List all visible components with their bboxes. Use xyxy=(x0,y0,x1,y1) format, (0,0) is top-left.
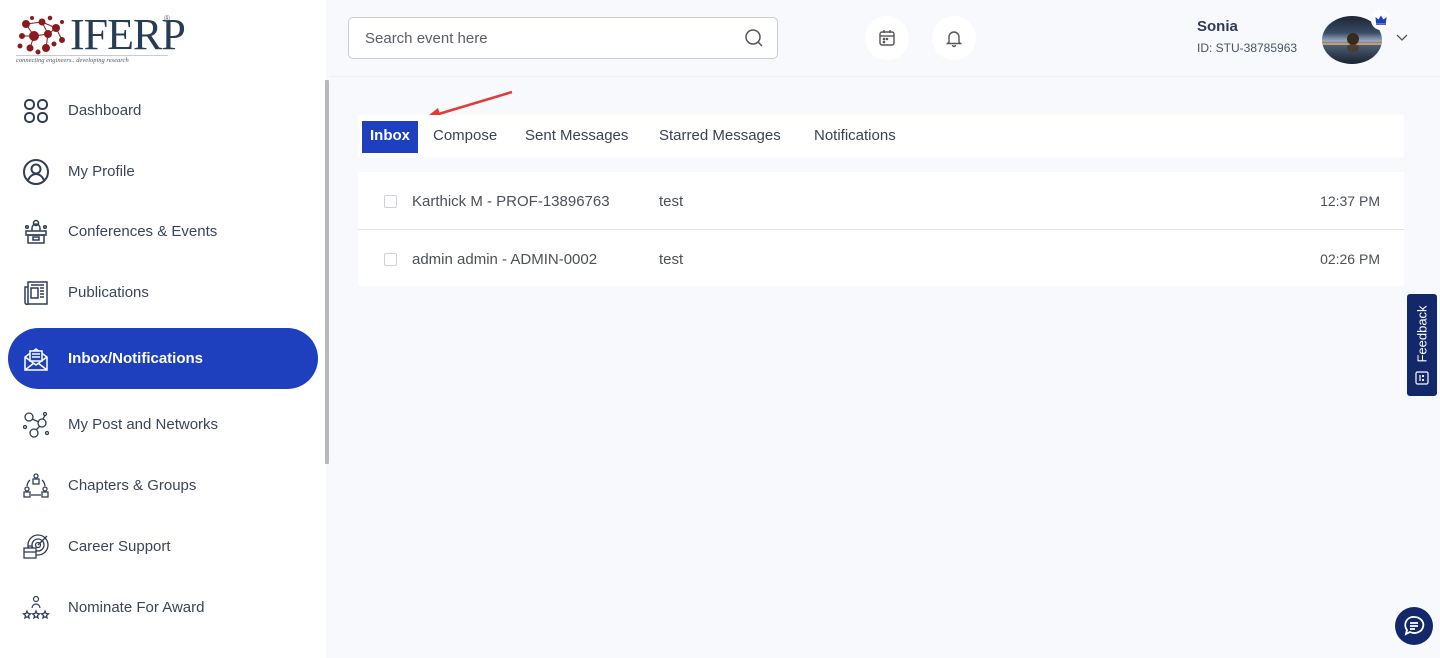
mail-open-icon xyxy=(22,345,50,373)
group-cycle-icon xyxy=(22,472,50,500)
message-list: Karthick M - PROF-13896763 test 12:37 PM… xyxy=(358,172,1404,286)
message-time: 12:37 PM xyxy=(1320,193,1380,209)
sidebar-item-label: Dashboard xyxy=(68,102,142,119)
sidebar-item-career-support[interactable]: Career Support xyxy=(8,516,318,577)
message-subject: test xyxy=(659,251,684,268)
sidebar-item-label: Publications xyxy=(68,284,149,301)
newspaper-icon xyxy=(22,279,50,307)
notifications-button[interactable] xyxy=(932,16,976,60)
bell-icon xyxy=(945,31,963,48)
tab-notifications[interactable]: Notifications xyxy=(806,121,904,153)
message-row[interactable]: admin admin - ADMIN-0002 test 02:26 PM xyxy=(358,229,1404,286)
message-subject: test xyxy=(659,193,684,210)
sidebar-item-conferences-events[interactable]: Conferences & Events xyxy=(8,201,318,262)
sidebar-item-label: My Profile xyxy=(68,163,135,180)
logo-tagline: connecting engineers.. developing resear… xyxy=(16,55,168,64)
sidebar-item-label: Conferences & Events xyxy=(68,223,218,240)
sidebar-item-inbox-notifications[interactable]: Inbox/Notifications xyxy=(8,328,318,389)
sidebar-item-nominate-award[interactable]: Nominate For Award xyxy=(8,577,318,638)
calendar-button[interactable] xyxy=(865,16,909,60)
crown-icon xyxy=(1371,10,1391,30)
logo-molecule-icon xyxy=(17,15,65,55)
sidebar-item-dashboard[interactable]: Dashboard xyxy=(8,80,318,141)
header-divider xyxy=(330,76,1440,77)
chat-bubble-icon xyxy=(1404,616,1425,636)
message-sender: admin admin - ADMIN-0002 xyxy=(412,251,598,268)
iferp-logo[interactable]: IFERP ® connecting engineers.. developin… xyxy=(16,12,186,68)
sidebar-item-chapters-groups[interactable]: Chapters & Groups xyxy=(8,455,318,516)
registered-mark: ® xyxy=(164,14,170,23)
message-checkbox[interactable] xyxy=(384,195,397,208)
sidebar-item-my-post-networks[interactable]: My Post and Networks xyxy=(8,394,318,455)
calendar-icon xyxy=(879,30,895,46)
tab-sent-messages[interactable]: Sent Messages xyxy=(517,121,636,153)
chevron-down-icon[interactable] xyxy=(1395,30,1409,44)
message-sender: Karthick M - PROF-13896763 xyxy=(412,193,610,210)
chat-button[interactable] xyxy=(1395,607,1433,645)
tab-inbox[interactable]: Inbox xyxy=(362,121,418,153)
user-circle-icon xyxy=(22,158,50,186)
inbox-tabs: Inbox Compose Sent Messages Starred Mess… xyxy=(358,115,1404,157)
sidebar-item-label: Nominate For Award xyxy=(68,599,205,616)
sidebar: IFERP ® connecting engineers.. developin… xyxy=(0,0,329,658)
award-stars-icon xyxy=(22,594,50,622)
dashboard-grid-icon xyxy=(22,97,50,125)
sidebar-item-label: Chapters & Groups xyxy=(68,477,197,494)
message-row[interactable]: Karthick M - PROF-13896763 test 12:37 PM xyxy=(358,172,1404,229)
network-people-icon xyxy=(22,411,50,439)
podium-speaker-icon xyxy=(22,218,50,246)
sidebar-scrollbar[interactable] xyxy=(325,80,329,464)
sidebar-item-label: My Post and Networks xyxy=(68,416,219,433)
search-icon[interactable] xyxy=(743,27,765,49)
sidebar-item-publications[interactable]: Publications xyxy=(8,262,318,323)
tab-starred-messages[interactable]: Starred Messages xyxy=(651,121,789,153)
sidebar-item-label: Inbox/Notifications xyxy=(68,350,203,367)
target-briefcase-icon xyxy=(22,533,50,561)
feedback-button[interactable]: Feedback xyxy=(1407,294,1437,396)
message-checkbox[interactable] xyxy=(384,253,397,266)
message-time: 02:26 PM xyxy=(1320,251,1380,267)
sidebar-item-my-profile[interactable]: My Profile xyxy=(8,141,318,202)
user-name: Sonia xyxy=(1197,18,1238,35)
search-box xyxy=(348,17,778,59)
feedback-chat-icon xyxy=(1415,371,1429,385)
search-input[interactable] xyxy=(349,18,729,58)
feedback-label: Feedback xyxy=(1414,305,1430,363)
tab-compose[interactable]: Compose xyxy=(425,121,505,153)
sidebar-item-label: Career Support xyxy=(68,538,171,555)
user-id: ID: STU-38785963 xyxy=(1197,41,1298,55)
